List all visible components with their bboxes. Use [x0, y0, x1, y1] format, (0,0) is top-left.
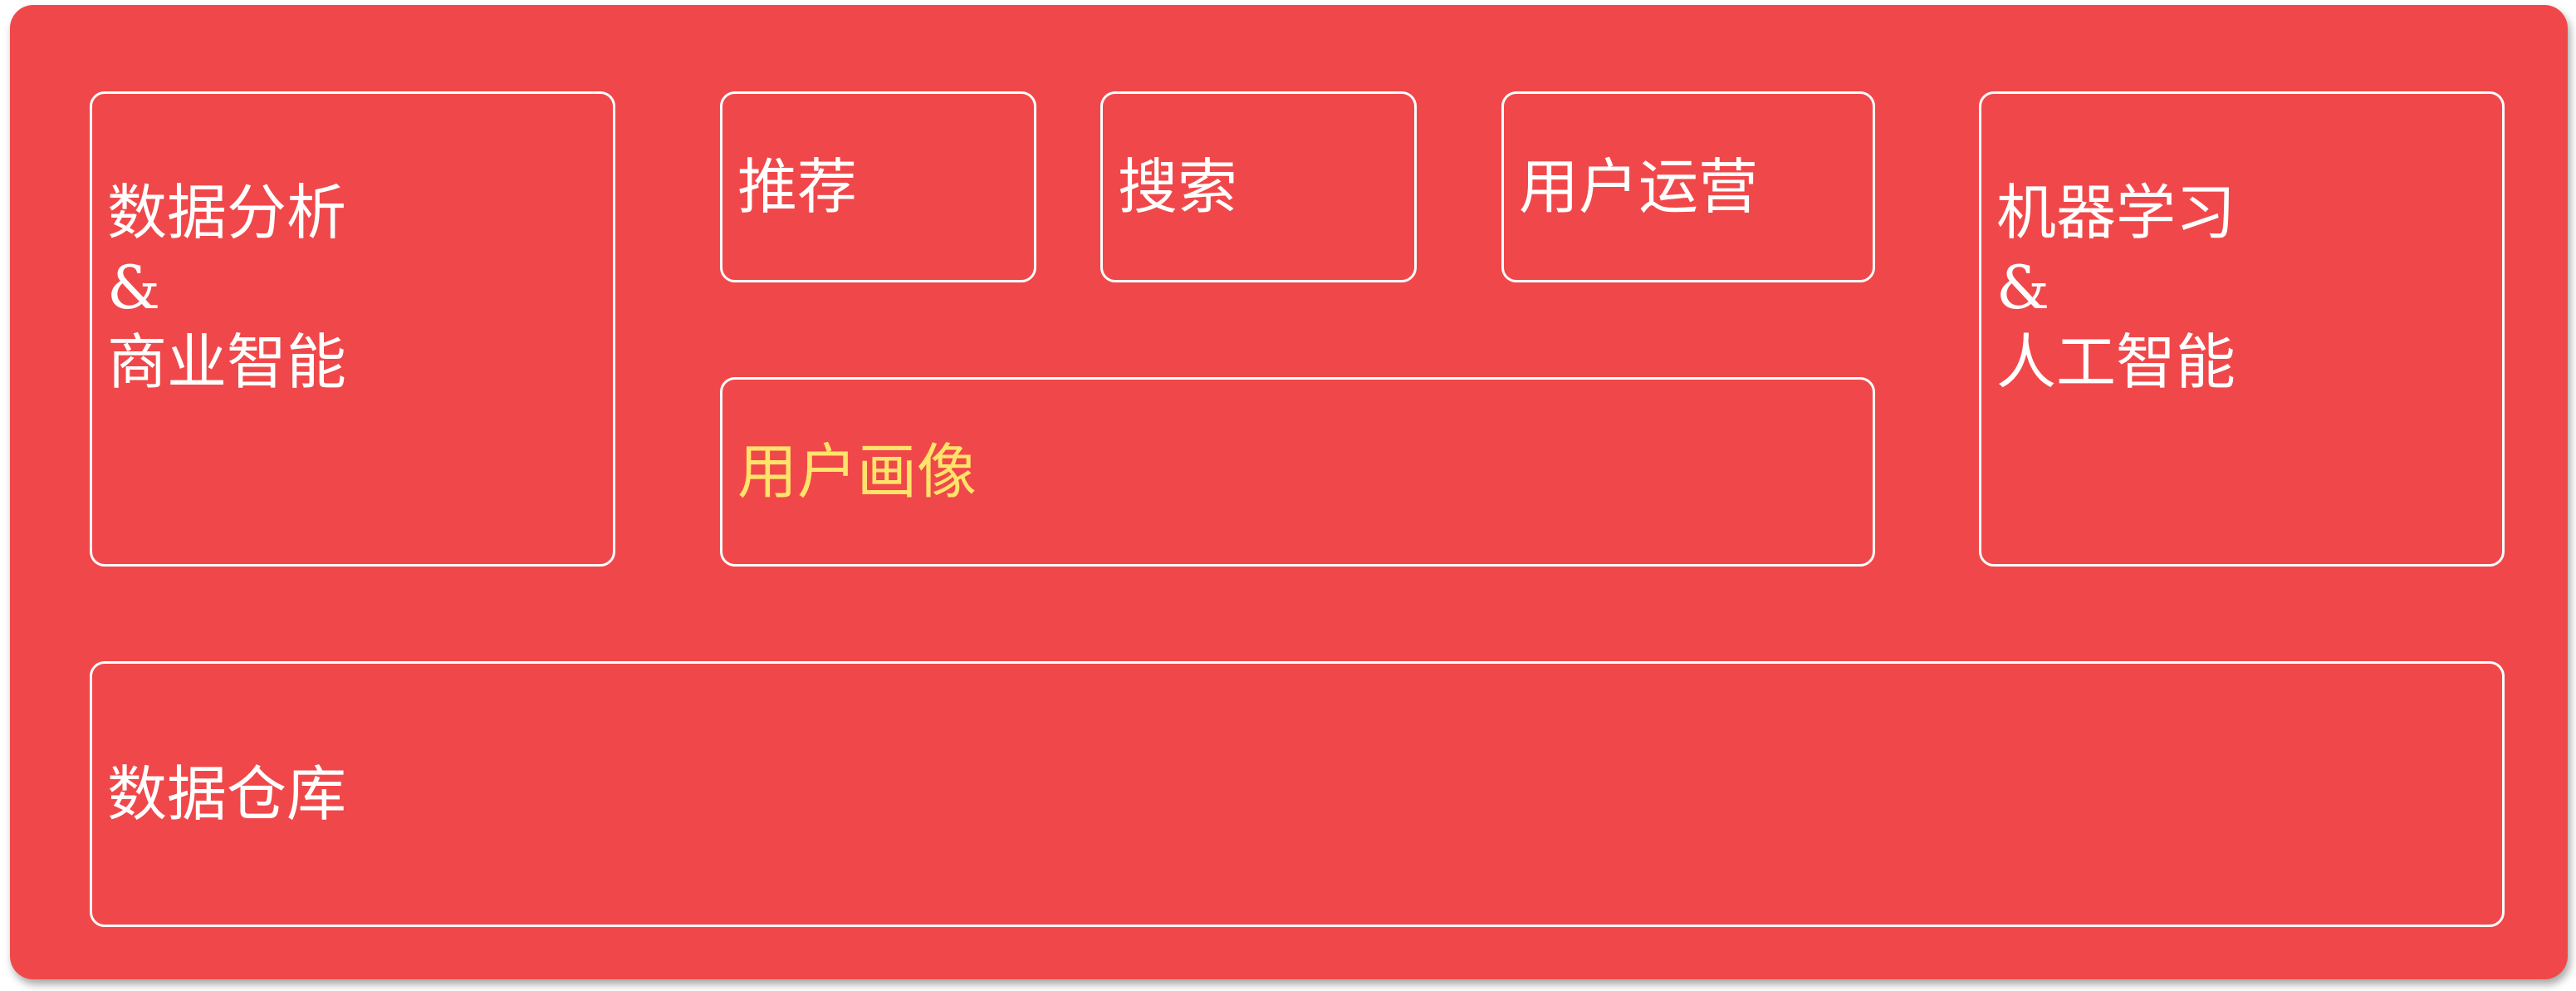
architecture-diagram: 数据分析 & 商业智能 推荐 搜索 用户运营 机器学习 & 人工智能 用户画像 … [10, 5, 2568, 979]
data-analysis-bi-box: 数据分析 & 商业智能 [90, 91, 615, 567]
data-warehouse-box: 数据仓库 [90, 661, 2505, 927]
search-label: 搜索 [1118, 152, 1238, 222]
recommendation-label: 推荐 [737, 152, 858, 222]
machine-learning-ai-label: 机器学习 & 人工智能 [1996, 178, 2236, 397]
user-operations-label: 用户运营 [1519, 152, 1759, 222]
data-analysis-bi-label: 数据分析 & 商业智能 [107, 178, 347, 397]
recommendation-box: 推荐 [720, 91, 1036, 282]
user-profile-label: 用户画像 [737, 437, 977, 507]
data-warehouse-label: 数据仓库 [107, 759, 347, 829]
user-profile-box: 用户画像 [720, 377, 1875, 567]
user-operations-box: 用户运营 [1501, 91, 1875, 282]
machine-learning-ai-box: 机器学习 & 人工智能 [1979, 91, 2505, 567]
search-box: 搜索 [1100, 91, 1417, 282]
